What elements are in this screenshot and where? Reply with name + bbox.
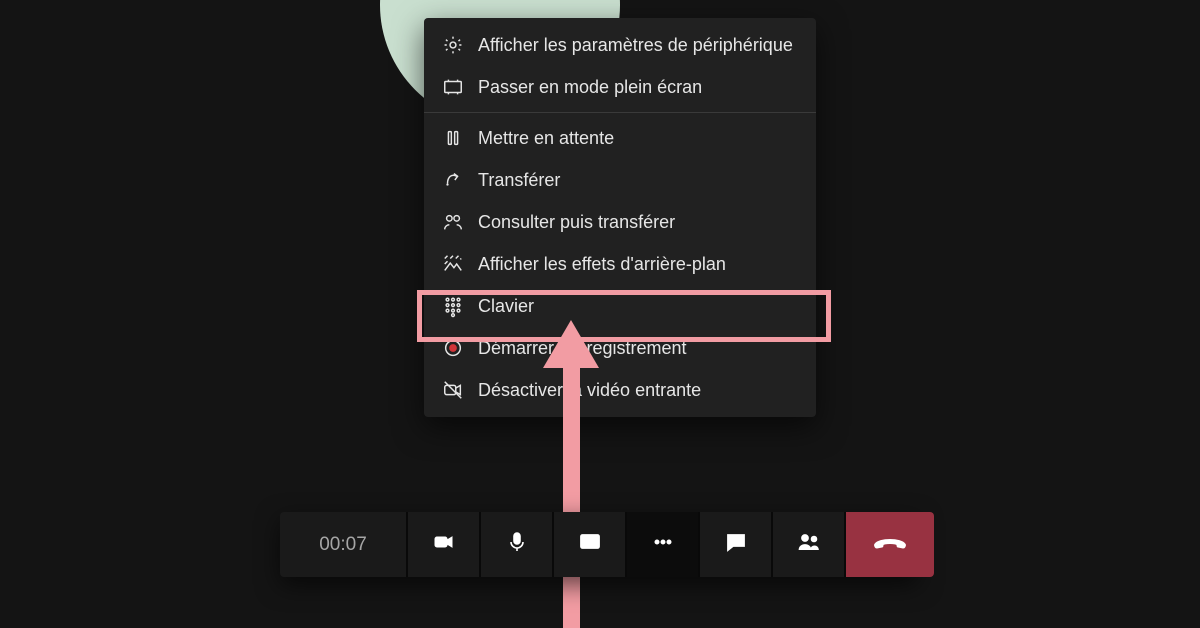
more-actions-button[interactable] [627, 512, 700, 577]
video-off-icon [442, 379, 464, 401]
record-icon [442, 337, 464, 359]
menu-keypad[interactable]: Clavier [424, 285, 816, 327]
chat-button[interactable] [700, 512, 773, 577]
more-actions-menu: Afficher les paramètres de périphérique … [424, 18, 816, 417]
menu-item-label: Désactiver la vidéo entrante [478, 380, 701, 401]
menu-divider [424, 112, 816, 113]
call-toolbar: 00:07 [280, 512, 918, 577]
menu-start-recording[interactable]: Démarrer l'enregistrement [424, 327, 816, 369]
menu-transfer[interactable]: Transférer [424, 159, 816, 201]
toggle-camera-button[interactable] [408, 512, 481, 577]
menu-item-label: Clavier [478, 296, 534, 317]
menu-consult-transfer[interactable]: Consulter puis transférer [424, 201, 816, 243]
call-timer: 00:07 [280, 512, 408, 577]
camera-icon [432, 530, 456, 559]
share-screen-icon [578, 530, 602, 559]
menu-item-label: Passer en mode plein écran [478, 77, 702, 98]
chat-icon [724, 530, 748, 559]
menu-device-settings[interactable]: Afficher les paramètres de périphérique [424, 24, 816, 66]
consult-transfer-icon [442, 211, 464, 233]
people-icon [797, 530, 821, 559]
menu-hold[interactable]: Mettre en attente [424, 117, 816, 159]
menu-disable-incoming-video[interactable]: Désactiver la vidéo entrante [424, 369, 816, 411]
background-effects-icon [442, 253, 464, 275]
more-icon [651, 530, 675, 559]
hangup-icon [873, 532, 907, 557]
menu-background-effects[interactable]: Afficher les effets d'arrière-plan [424, 243, 816, 285]
menu-item-label: Démarrer l'enregistrement [478, 338, 687, 359]
call-timer-value: 00:07 [319, 534, 367, 556]
menu-fullscreen[interactable]: Passer en mode plein écran [424, 66, 816, 108]
toggle-mic-button[interactable] [481, 512, 554, 577]
hangup-button[interactable] [846, 512, 934, 577]
menu-item-label: Mettre en attente [478, 128, 614, 149]
fullscreen-icon [442, 76, 464, 98]
share-screen-button[interactable] [554, 512, 627, 577]
transfer-icon [442, 169, 464, 191]
microphone-icon [505, 530, 529, 559]
dialpad-icon [442, 295, 464, 317]
menu-item-label: Afficher les paramètres de périphérique [478, 35, 793, 56]
menu-item-label: Consulter puis transférer [478, 212, 675, 233]
menu-item-label: Afficher les effets d'arrière-plan [478, 254, 726, 275]
menu-item-label: Transférer [478, 170, 560, 191]
participants-button[interactable] [773, 512, 846, 577]
gear-icon [442, 34, 464, 56]
pause-icon [442, 127, 464, 149]
